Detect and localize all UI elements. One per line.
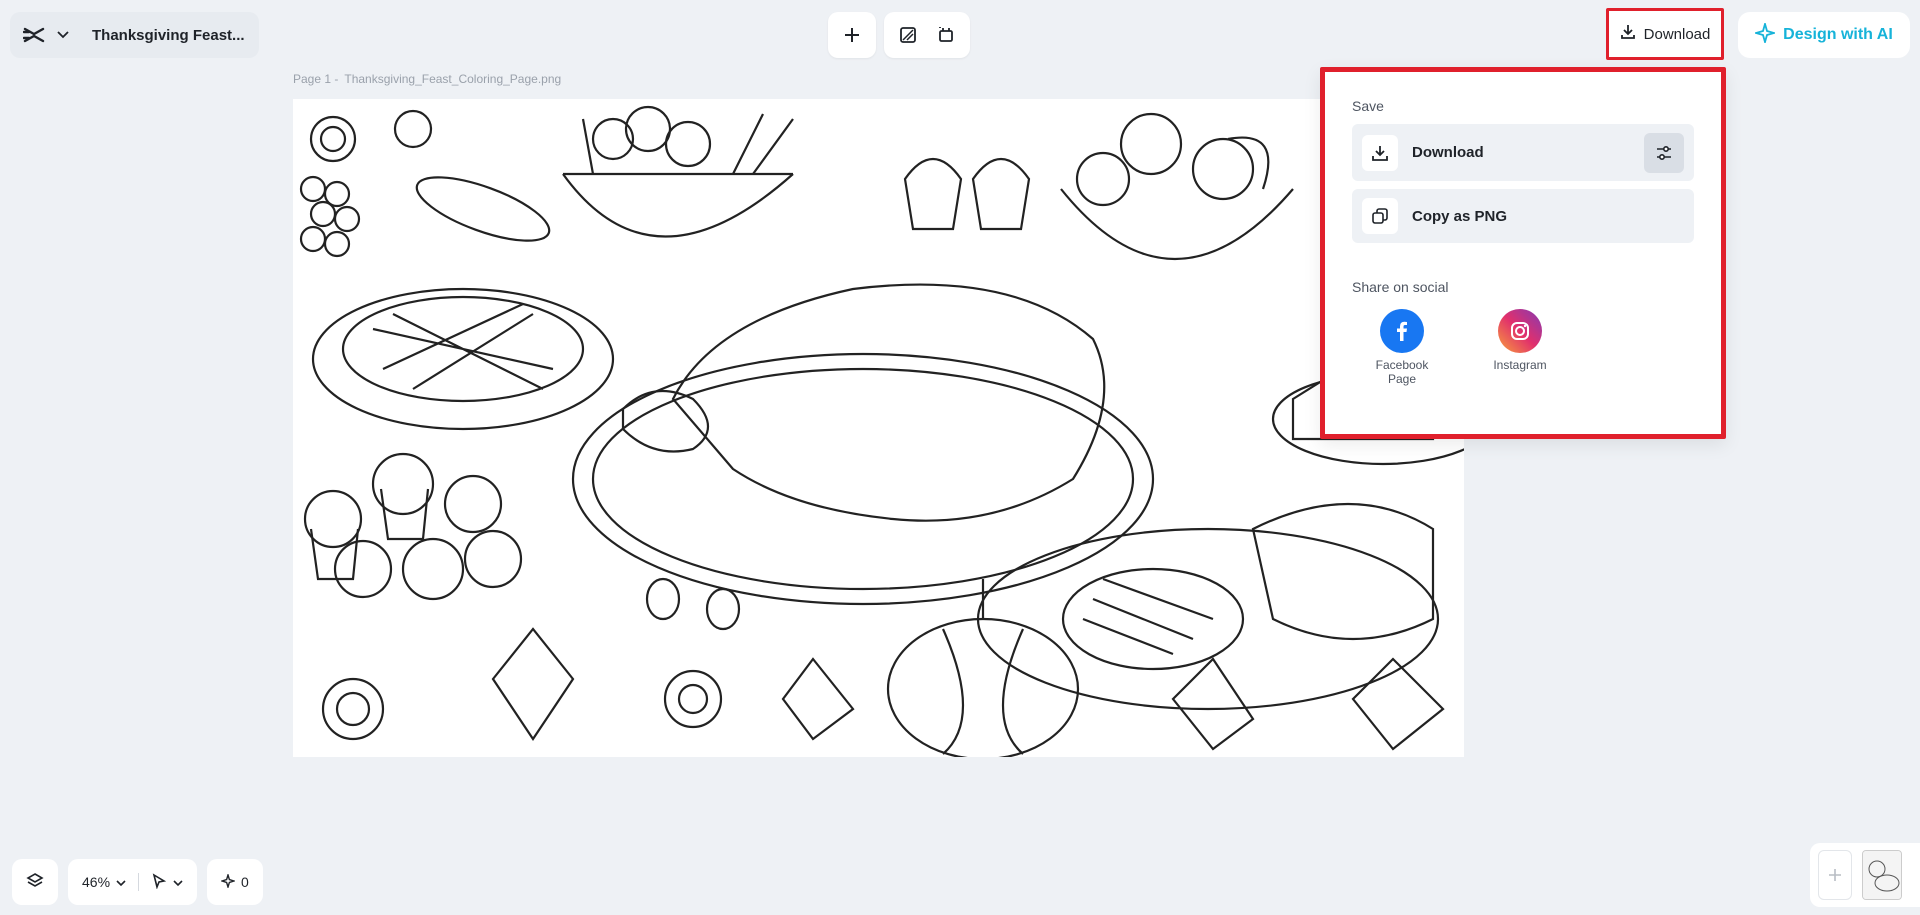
- zoom-level[interactable]: 46%: [82, 874, 110, 890]
- facebook-icon: [1380, 309, 1424, 353]
- project-menu[interactable]: Thanksgiving Feast...: [10, 12, 259, 58]
- instagram-share[interactable]: Instagram: [1482, 309, 1558, 386]
- copy-icon: [1362, 198, 1398, 234]
- download-panel: Save Download Copy as PNG Share on socia…: [1320, 67, 1726, 439]
- download-button[interactable]: Download: [1606, 8, 1724, 60]
- page-label: Page 1 - Thanksgiving_Feast_Coloring_Page…: [293, 72, 561, 86]
- instagram-label: Instagram: [1493, 358, 1547, 372]
- add-icon[interactable]: [836, 19, 868, 51]
- bottom-controls: 46% 0: [12, 859, 263, 905]
- copy-as-png-label: Copy as PNG: [1412, 207, 1508, 225]
- download-label: Download: [1643, 25, 1711, 43]
- ai-credits-button[interactable]: 0: [207, 859, 263, 905]
- ai-credits-count: 0: [241, 874, 249, 890]
- facebook-share[interactable]: Facebook Page: [1364, 309, 1440, 386]
- add-page-button[interactable]: [1818, 850, 1852, 900]
- download-option[interactable]: Download: [1352, 124, 1694, 181]
- zoom-and-pointer-control: 46%: [68, 859, 198, 905]
- edit-group: [884, 12, 970, 58]
- document-title[interactable]: Thanksgiving Feast...: [92, 27, 245, 44]
- page-thumbnails: [1810, 843, 1920, 907]
- sparkle-icon: [219, 872, 237, 891]
- save-section-title: Save: [1352, 98, 1384, 114]
- canvas-image[interactable]: [293, 99, 1464, 757]
- download-option-label: Download: [1412, 144, 1484, 161]
- social-share-row: Facebook Page Instagram: [1352, 309, 1694, 386]
- grapes-left: [299, 175, 361, 258]
- download-icon: [1620, 24, 1636, 44]
- toolbar: [828, 12, 970, 58]
- share-section-title: Share on social: [1352, 279, 1449, 295]
- chevron-down-icon[interactable]: [56, 28, 70, 42]
- settings-sliders-icon[interactable]: [1644, 132, 1684, 173]
- remove-background-icon[interactable]: [892, 19, 924, 51]
- page-number: Page 1 -: [293, 72, 339, 86]
- chevron-down-icon[interactable]: [173, 874, 183, 890]
- design-with-ai-label: Design with AI: [1783, 26, 1893, 43]
- file-name: Thanksgiving_Feast_Coloring_Page.png: [344, 72, 562, 86]
- facebook-label: Facebook Page: [1375, 358, 1429, 386]
- download-icon: [1362, 134, 1398, 171]
- add-group: [828, 12, 876, 58]
- instagram-icon: [1498, 309, 1542, 353]
- sparkle-icon: [1752, 20, 1778, 48]
- design-with-ai-button[interactable]: Design with AI: [1738, 12, 1910, 58]
- pointer-icon[interactable]: [151, 872, 167, 892]
- resize-icon[interactable]: [930, 19, 962, 51]
- divider: [138, 873, 140, 891]
- copy-as-png-option[interactable]: Copy as PNG: [1352, 189, 1694, 243]
- capcut-logo-icon[interactable]: [20, 21, 48, 49]
- layers-icon: [26, 872, 44, 893]
- chevron-down-icon[interactable]: [116, 874, 126, 890]
- page-thumbnail[interactable]: [1862, 850, 1902, 900]
- layers-button[interactable]: [12, 859, 58, 905]
- coloring-page-illustration: [299, 105, 1464, 757]
